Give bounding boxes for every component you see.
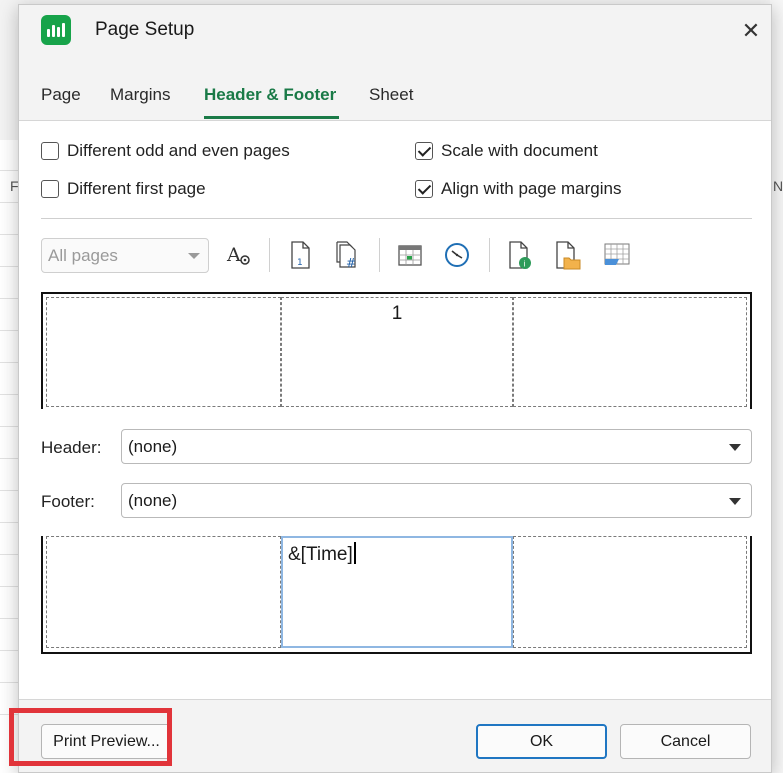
bg-column-letter-right: N: [773, 178, 783, 194]
checkbox-label: Different odd and even pages: [67, 141, 290, 160]
cancel-button[interactable]: Cancel: [620, 724, 751, 759]
scale-with-document-checkbox[interactable]: Scale with document: [415, 141, 598, 161]
toolbar-separator: [269, 238, 270, 272]
checkbox-box: [41, 180, 59, 198]
header-left-section[interactable]: [46, 297, 281, 407]
tab-bar: Page Margins Header & Footer Sheet: [19, 81, 771, 121]
highlight-box: [9, 708, 172, 766]
toolbar-separator: [489, 238, 490, 272]
close-icon[interactable]: ✕: [737, 17, 765, 45]
dialog-title: Page Setup: [95, 19, 195, 40]
tab-page[interactable]: Page: [41, 85, 81, 105]
chevron-down-icon: [188, 253, 200, 259]
checkbox-label: Align with page margins: [441, 179, 622, 198]
active-tab-indicator: [204, 116, 339, 119]
footer-right-section[interactable]: [513, 536, 747, 648]
header-dropdown[interactable]: (none): [121, 429, 752, 464]
svg-text:i: i: [524, 260, 526, 269]
divider: [41, 218, 752, 219]
different-odd-even-checkbox[interactable]: Different odd and even pages: [41, 141, 290, 161]
sheet-name-icon[interactable]: [602, 239, 632, 271]
checkbox-label: Scale with document: [441, 141, 598, 160]
svg-text:A: A: [226, 244, 241, 266]
header-footer-panel: Different odd and even pages Different f…: [19, 120, 771, 700]
header-preview: 1: [41, 292, 752, 409]
tab-sheet[interactable]: Sheet: [369, 85, 413, 105]
page-count-icon[interactable]: #: [332, 239, 362, 271]
pages-select-value: All pages: [48, 246, 118, 265]
spreadsheet-app-icon: [41, 15, 71, 45]
svg-text:#: #: [346, 256, 356, 270]
footer-label: Footer:: [41, 492, 95, 511]
footer-center-text: &[Time]: [288, 544, 353, 565]
header-right-section[interactable]: [513, 297, 747, 407]
ok-button[interactable]: OK: [476, 724, 607, 759]
header-dropdown-value: (none): [128, 437, 178, 456]
header-label: Header:: [41, 438, 102, 457]
chevron-down-icon: [729, 498, 741, 505]
footer-preview: &[Time]: [41, 536, 752, 654]
toolbar-separator: [379, 238, 380, 272]
different-first-page-checkbox[interactable]: Different first page: [41, 179, 206, 199]
svg-text:1: 1: [297, 258, 303, 268]
pages-select: All pages: [41, 238, 209, 273]
footer-dropdown[interactable]: (none): [121, 483, 752, 518]
tab-header-footer[interactable]: Header & Footer: [204, 85, 336, 105]
footer-center-section[interactable]: &[Time]: [281, 536, 513, 648]
header-center-section[interactable]: 1: [281, 297, 513, 407]
checkbox-label: Different first page: [67, 179, 206, 198]
chevron-down-icon: [729, 444, 741, 451]
file-path-icon[interactable]: [552, 239, 582, 271]
date-icon[interactable]: [395, 239, 425, 271]
tab-margins[interactable]: Margins: [110, 85, 170, 105]
file-info-icon[interactable]: i: [505, 239, 535, 271]
checkbox-box-checked: [415, 142, 433, 160]
text-caret: [353, 542, 356, 564]
page-number-icon[interactable]: 1: [285, 239, 315, 271]
footer-dropdown-value: (none): [128, 491, 178, 510]
align-with-margins-checkbox[interactable]: Align with page margins: [415, 179, 621, 199]
checkbox-box: [41, 142, 59, 160]
page-setup-dialog: Page Setup ✕ Page Margins Header & Foote…: [18, 4, 772, 773]
font-format-icon[interactable]: A: [224, 239, 254, 271]
checkbox-box-checked: [415, 180, 433, 198]
time-icon[interactable]: [442, 239, 472, 271]
footer-left-section[interactable]: [46, 536, 281, 648]
